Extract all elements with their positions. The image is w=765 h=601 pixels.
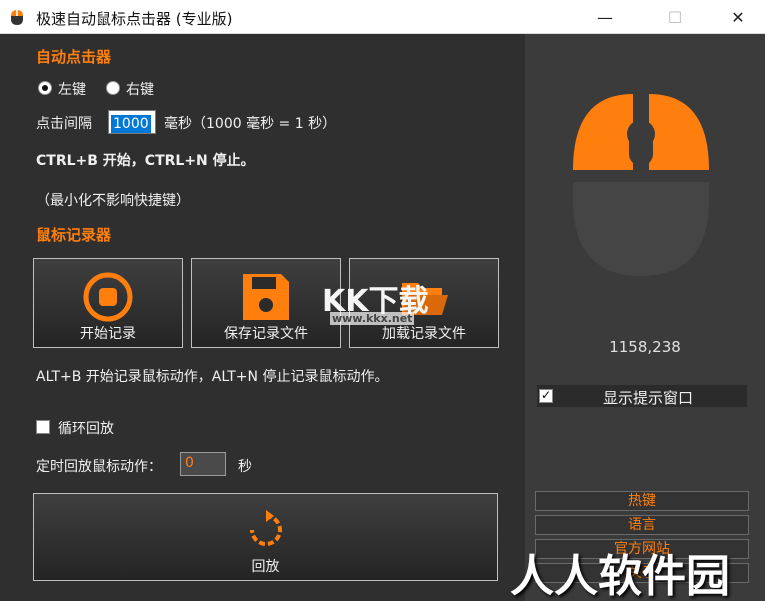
rr-watermark: 人人软件园 <box>510 551 730 601</box>
kk-url-watermark: www.kkx.net <box>330 312 415 325</box>
timed-replay-label: 定时回放鼠标动作： <box>36 459 162 475</box>
recorder-hotkey-text: ALT+B 开始记录鼠标动作，ALT+N 停止记录鼠标动作。 <box>36 369 389 385</box>
interval-input[interactable]: 1000 <box>108 110 156 134</box>
save-record-label: 保存记录文件 <box>224 326 308 342</box>
loop-replay-checkbox[interactable] <box>36 420 50 434</box>
right-key-radio[interactable] <box>106 81 120 95</box>
close-button[interactable]: ✕ <box>715 0 761 34</box>
side-panel: 1158,238 显示提示窗口 热键 语言 官方网站 关于 <box>525 34 765 601</box>
show-tip-checkbox[interactable] <box>539 388 553 403</box>
show-tip-label: 显示提示窗口 <box>603 389 694 407</box>
interval-label: 点击间隔 <box>36 116 92 132</box>
window-title: 极速自动鼠标点击器 (专业版) <box>36 10 233 28</box>
mouse-icon <box>573 94 709 276</box>
minimize-button[interactable]: — <box>582 0 628 34</box>
loop-replay-label: 循环回放 <box>58 421 114 437</box>
recorder-section-title: 鼠标记录器 <box>36 226 112 244</box>
replay-button[interactable]: 回放 <box>33 493 498 581</box>
show-tip-row[interactable]: 显示提示窗口 <box>537 385 747 407</box>
start-record-button[interactable]: 开始记录 <box>33 258 183 348</box>
replay-icon <box>249 510 282 546</box>
save-record-button[interactable]: 保存记录文件 <box>191 258 341 348</box>
start-record-label: 开始记录 <box>80 326 136 342</box>
minimize-note: （最小化不影响快捷键） <box>36 193 190 209</box>
timed-replay-unit: 秒 <box>238 459 252 475</box>
maximize-button[interactable]: ☐ <box>652 0 698 34</box>
interval-value: 1000 <box>111 115 151 133</box>
load-record-label: 加载记录文件 <box>382 326 466 342</box>
floppy-disk-icon <box>243 274 289 320</box>
hotkey-button[interactable]: 热键 <box>535 491 749 511</box>
language-button[interactable]: 语言 <box>535 515 749 535</box>
left-key-radio[interactable] <box>38 81 52 95</box>
title-bar: 极速自动鼠标点击器 (专业版) — ☐ ✕ <box>0 0 765 34</box>
record-icon <box>83 272 133 322</box>
timed-replay-input[interactable]: 0 <box>180 452 226 476</box>
right-key-label: 右键 <box>126 82 154 98</box>
clicker-section-title: 自动点击器 <box>36 48 112 66</box>
interval-unit: 毫秒（1000 毫秒 = 1 秒） <box>164 116 337 132</box>
cursor-coordinates: 1158,238 <box>609 338 681 356</box>
app-mouse-icon <box>11 10 23 25</box>
left-key-label: 左键 <box>58 82 86 98</box>
clicker-hotkey-text: CTRL+B 开始，CTRL+N 停止。 <box>36 153 255 169</box>
replay-label: 回放 <box>251 559 280 575</box>
